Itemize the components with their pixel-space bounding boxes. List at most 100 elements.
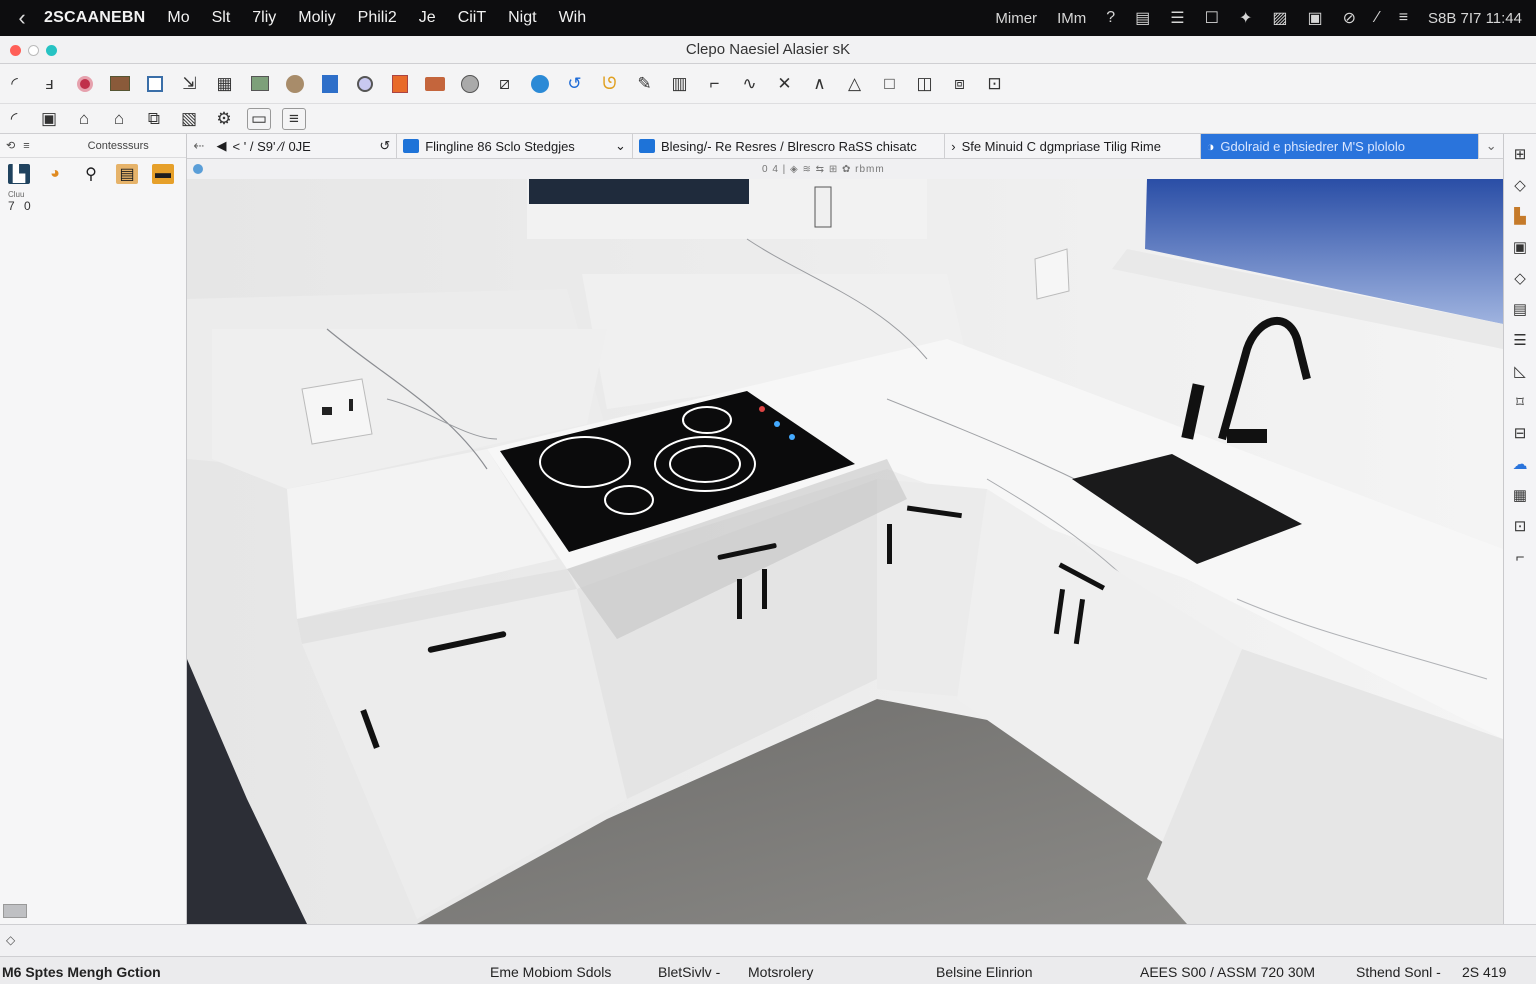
- menu-item-5[interactable]: Je: [419, 9, 436, 27]
- menubar-right-item-0[interactable]: Mimer: [995, 10, 1037, 27]
- note-icon[interactable]: ≡: [282, 107, 306, 130]
- record-icon[interactable]: [72, 71, 97, 96]
- tool-icon[interactable]: ∕: [1376, 9, 1379, 27]
- menu-item-7[interactable]: Nigt: [508, 9, 536, 27]
- status-text[interactable]: Sthend Sonl -: [1356, 964, 1441, 980]
- window-icon[interactable]: [142, 71, 167, 96]
- status-coords: AEES S00 / ASSM 720 30M: [1140, 964, 1316, 980]
- freehand-icon[interactable]: ∿: [737, 71, 762, 96]
- list-icon[interactable]: ☰: [1170, 8, 1184, 28]
- menu-item-1[interactable]: Slt: [212, 9, 231, 27]
- inspector-icon[interactable]: ⊞: [1508, 142, 1532, 166]
- material-swatch-icon[interactable]: ▙: [1508, 204, 1532, 228]
- panel-search-icon[interactable]: ⟲: [6, 139, 15, 152]
- globe-icon[interactable]: [282, 71, 307, 96]
- square-icon[interactable]: □: [877, 71, 902, 96]
- help-icon[interactable]: ?: [1106, 9, 1115, 27]
- landscape-icon[interactable]: ▧: [177, 108, 201, 130]
- message-icon[interactable]: ▭: [247, 107, 271, 130]
- settings-icon[interactable]: ⚙: [212, 108, 236, 130]
- table-icon[interactable]: ☰: [1508, 328, 1532, 352]
- menu-item-4[interactable]: Phili2: [358, 9, 397, 27]
- status-unit[interactable]: BletSivlv -: [658, 964, 720, 980]
- image-icon[interactable]: [247, 71, 272, 96]
- earth-icon[interactable]: [527, 71, 552, 96]
- menu-item-3[interactable]: Moliy: [298, 9, 335, 27]
- export-icon[interactable]: ⇲: [177, 71, 202, 96]
- cross-icon[interactable]: ✕: [772, 71, 797, 96]
- texture-icon[interactable]: [107, 71, 132, 96]
- folder-icon[interactable]: ▬: [152, 164, 174, 184]
- material-icon[interactable]: ▤: [116, 164, 138, 184]
- menu-extras-icon[interactable]: ≡: [1399, 9, 1408, 27]
- nav-back-icon[interactable]: ⇠: [187, 138, 211, 154]
- panel-resize-handle[interactable]: [3, 904, 27, 918]
- triangle-icon[interactable]: △: [842, 71, 867, 96]
- grid-panel-icon[interactable]: ▦: [1508, 483, 1532, 507]
- panel-list-icon[interactable]: ≡: [23, 140, 29, 152]
- menu-item-2[interactable]: 7liy: [252, 9, 276, 27]
- tape-icon[interactable]: ⧄: [492, 71, 517, 96]
- frame-icon[interactable]: ▣: [1508, 235, 1532, 259]
- link-icon[interactable]: ⊘: [1343, 8, 1356, 28]
- cloud-icon[interactable]: ☁: [1508, 452, 1532, 476]
- sphere-icon[interactable]: [457, 71, 482, 96]
- tab-0[interactable]: Flingline 86 Sclo Stedgjes ⌄: [397, 133, 633, 159]
- house-color-icon[interactable]: ⌂: [107, 108, 131, 130]
- tab-2-label: Sfe Minuid C dgmpriase Tilig Rime: [961, 138, 1161, 154]
- stack-icon[interactable]: [422, 71, 447, 96]
- pen-icon[interactable]: ✎: [632, 71, 657, 96]
- paint-icon[interactable]: ⅎ: [37, 71, 62, 96]
- minus-icon[interactable]: ⊟: [1508, 421, 1532, 445]
- path-breadcrumb[interactable]: ◀ < ' / S9' ∕/ 0JE ↺: [211, 133, 398, 159]
- tab-2[interactable]: › Sfe Minuid C dgmpriase Tilig Rime: [945, 133, 1201, 159]
- diamond-icon[interactable]: ◇: [1508, 173, 1532, 197]
- lasso-icon[interactable]: ᘎ: [597, 71, 622, 96]
- rect-split-icon[interactable]: ◫: [912, 71, 937, 96]
- picture-icon[interactable]: ▨: [1272, 8, 1287, 28]
- tag-icon[interactable]: ⌑: [1508, 390, 1532, 414]
- layer-icon[interactable]: ▦: [212, 71, 237, 96]
- tabs-overflow-icon[interactable]: ⌄: [1479, 138, 1503, 154]
- window-icon[interactable]: ☐: [1205, 8, 1219, 28]
- shape-icon[interactable]: ◇: [1508, 266, 1532, 290]
- component-icon[interactable]: ⧉: [142, 108, 166, 130]
- select-arrow-icon[interactable]: ◜: [2, 71, 27, 96]
- 3d-viewport[interactable]: [187, 179, 1503, 924]
- document-icon[interactable]: ▤: [1135, 8, 1150, 28]
- menubar-right-item-1[interactable]: IMm: [1057, 10, 1086, 27]
- eyedropper-icon[interactable]: ⚲: [80, 164, 102, 184]
- rotate-icon[interactable]: ↺: [562, 71, 587, 96]
- pan-icon[interactable]: ◜: [2, 108, 26, 130]
- chevron-down-icon[interactable]: ⌄: [615, 138, 626, 154]
- back-icon[interactable]: ‹: [0, 5, 44, 31]
- save-icon[interactable]: ▣: [37, 108, 61, 130]
- angle-icon[interactable]: ∧: [807, 71, 832, 96]
- rect-small-icon[interactable]: ⊡: [982, 71, 1007, 96]
- menu-item-8[interactable]: Wih: [559, 9, 587, 27]
- bucket-icon[interactable]: [317, 71, 342, 96]
- menu-item-0[interactable]: Mo: [167, 9, 189, 27]
- rect-icon[interactable]: ⧈: [947, 71, 972, 96]
- orbit-icon[interactable]: [352, 71, 377, 96]
- palette-icon[interactable]: ◕: [44, 164, 66, 184]
- tab-3-active[interactable]: ◑ Gdolraid e phsiedrer M'S plololo: [1200, 133, 1480, 159]
- tab-1[interactable]: Blesing/- Re Resres / Blrescro RaSS chis…: [633, 133, 946, 159]
- model-icon[interactable]: ▙: [8, 164, 30, 184]
- app-menu[interactable]: 2SCAANEBN: [44, 9, 145, 27]
- accessibility-icon[interactable]: ✦: [1239, 8, 1252, 28]
- horizontal-scroll-strip[interactable]: ◇: [0, 924, 1536, 956]
- camera-icon[interactable]: ⊡: [1508, 514, 1532, 538]
- grid-icon[interactable]: ▥: [667, 71, 692, 96]
- note-panel-icon[interactable]: ⌐: [1508, 545, 1532, 569]
- undo-icon[interactable]: ↺: [379, 138, 390, 154]
- display-icon[interactable]: ▣: [1307, 8, 1322, 28]
- line-icon[interactable]: ⌐: [702, 71, 727, 96]
- page-icon[interactable]: ▤: [1508, 297, 1532, 321]
- house-icon[interactable]: ⌂: [72, 108, 96, 130]
- menu-item-6[interactable]: CiiT: [458, 9, 486, 27]
- terrain-icon[interactable]: ◺: [1508, 359, 1532, 383]
- book-icon[interactable]: [387, 71, 412, 96]
- tab-0-label: Flingline 86 Sclo Stedgjes: [425, 138, 575, 154]
- viewport-tools-strip[interactable]: 0 4 | ◈ ≋ ⇆ ⊞ ✿ rbmm: [762, 164, 885, 175]
